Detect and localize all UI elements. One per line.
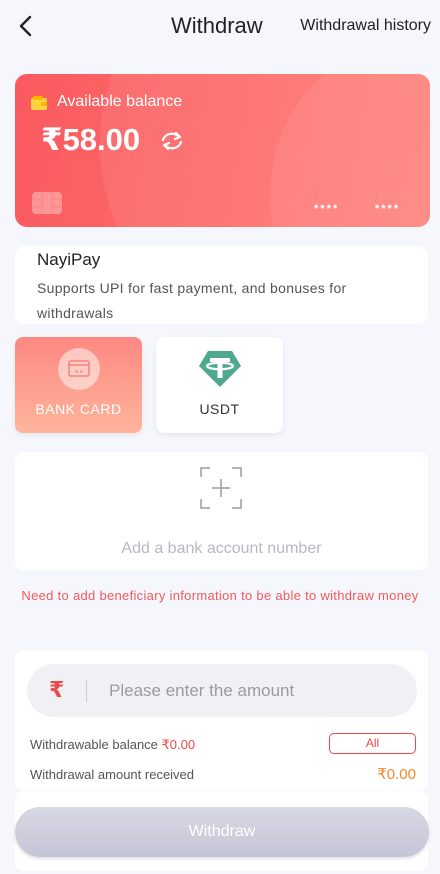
method-bank-card[interactable]: BANK CARD [15, 337, 142, 433]
method-icon-bg [58, 348, 100, 390]
method-usdt[interactable]: USDT [156, 337, 283, 433]
withdrawable-balance-value: ₹0.00 [161, 737, 196, 752]
method-label: USDT [199, 401, 240, 417]
wallet-icon [31, 96, 47, 110]
withdraw-button[interactable]: Withdraw [15, 807, 429, 857]
amount-panel: ₹ Withdrawable balance ₹0.00 All Withdra… [15, 650, 428, 790]
refresh-icon[interactable] [159, 129, 185, 153]
received-amount-value: ₹0.00 [377, 766, 416, 783]
chevron-left-icon[interactable] [14, 12, 40, 40]
available-balance-label: Available balance [57, 93, 183, 110]
card-number-part: **** [314, 203, 340, 215]
bank-card-icon [68, 360, 90, 377]
tether-icon [199, 351, 241, 387]
header: Withdraw Withdrawal history [0, 0, 440, 52]
pay-channel-name: NayiPay [37, 250, 101, 269]
amount-input-wrapper: ₹ [27, 664, 417, 717]
divider [86, 680, 87, 702]
withdrawal-history-link[interactable]: Withdrawal history [300, 17, 431, 35]
method-label: BANK CARD [35, 401, 122, 417]
rupee-icon: ₹ [49, 677, 65, 702]
pay-channel-box: NayiPay Supports UPI for fast payment, a… [15, 246, 428, 324]
pay-channel-description: Supports UPI for fast payment, and bonus… [37, 280, 347, 321]
add-bank-account[interactable]: Add a bank account number [15, 452, 428, 570]
amount-input[interactable] [109, 674, 399, 707]
received-amount-label: Withdrawal amount received [30, 767, 195, 782]
balance-amount: ₹58.00 [41, 122, 141, 157]
card-chip-icon [32, 192, 62, 214]
withdrawable-balance-label: Withdrawable balance [30, 737, 158, 752]
beneficiary-warning: Need to add beneficiary information to b… [21, 588, 419, 603]
card-number-part: **** [375, 203, 401, 215]
add-bank-account-label: Add a bank account number [121, 540, 322, 557]
balance-card: Available balance ₹58.00 **** **** [15, 74, 430, 227]
add-box-icon [200, 467, 242, 509]
page-title: Withdraw [171, 13, 263, 38]
all-button[interactable]: All [329, 733, 416, 754]
withdrawable-balance: Withdrawable balance ₹0.00 [30, 737, 195, 753]
